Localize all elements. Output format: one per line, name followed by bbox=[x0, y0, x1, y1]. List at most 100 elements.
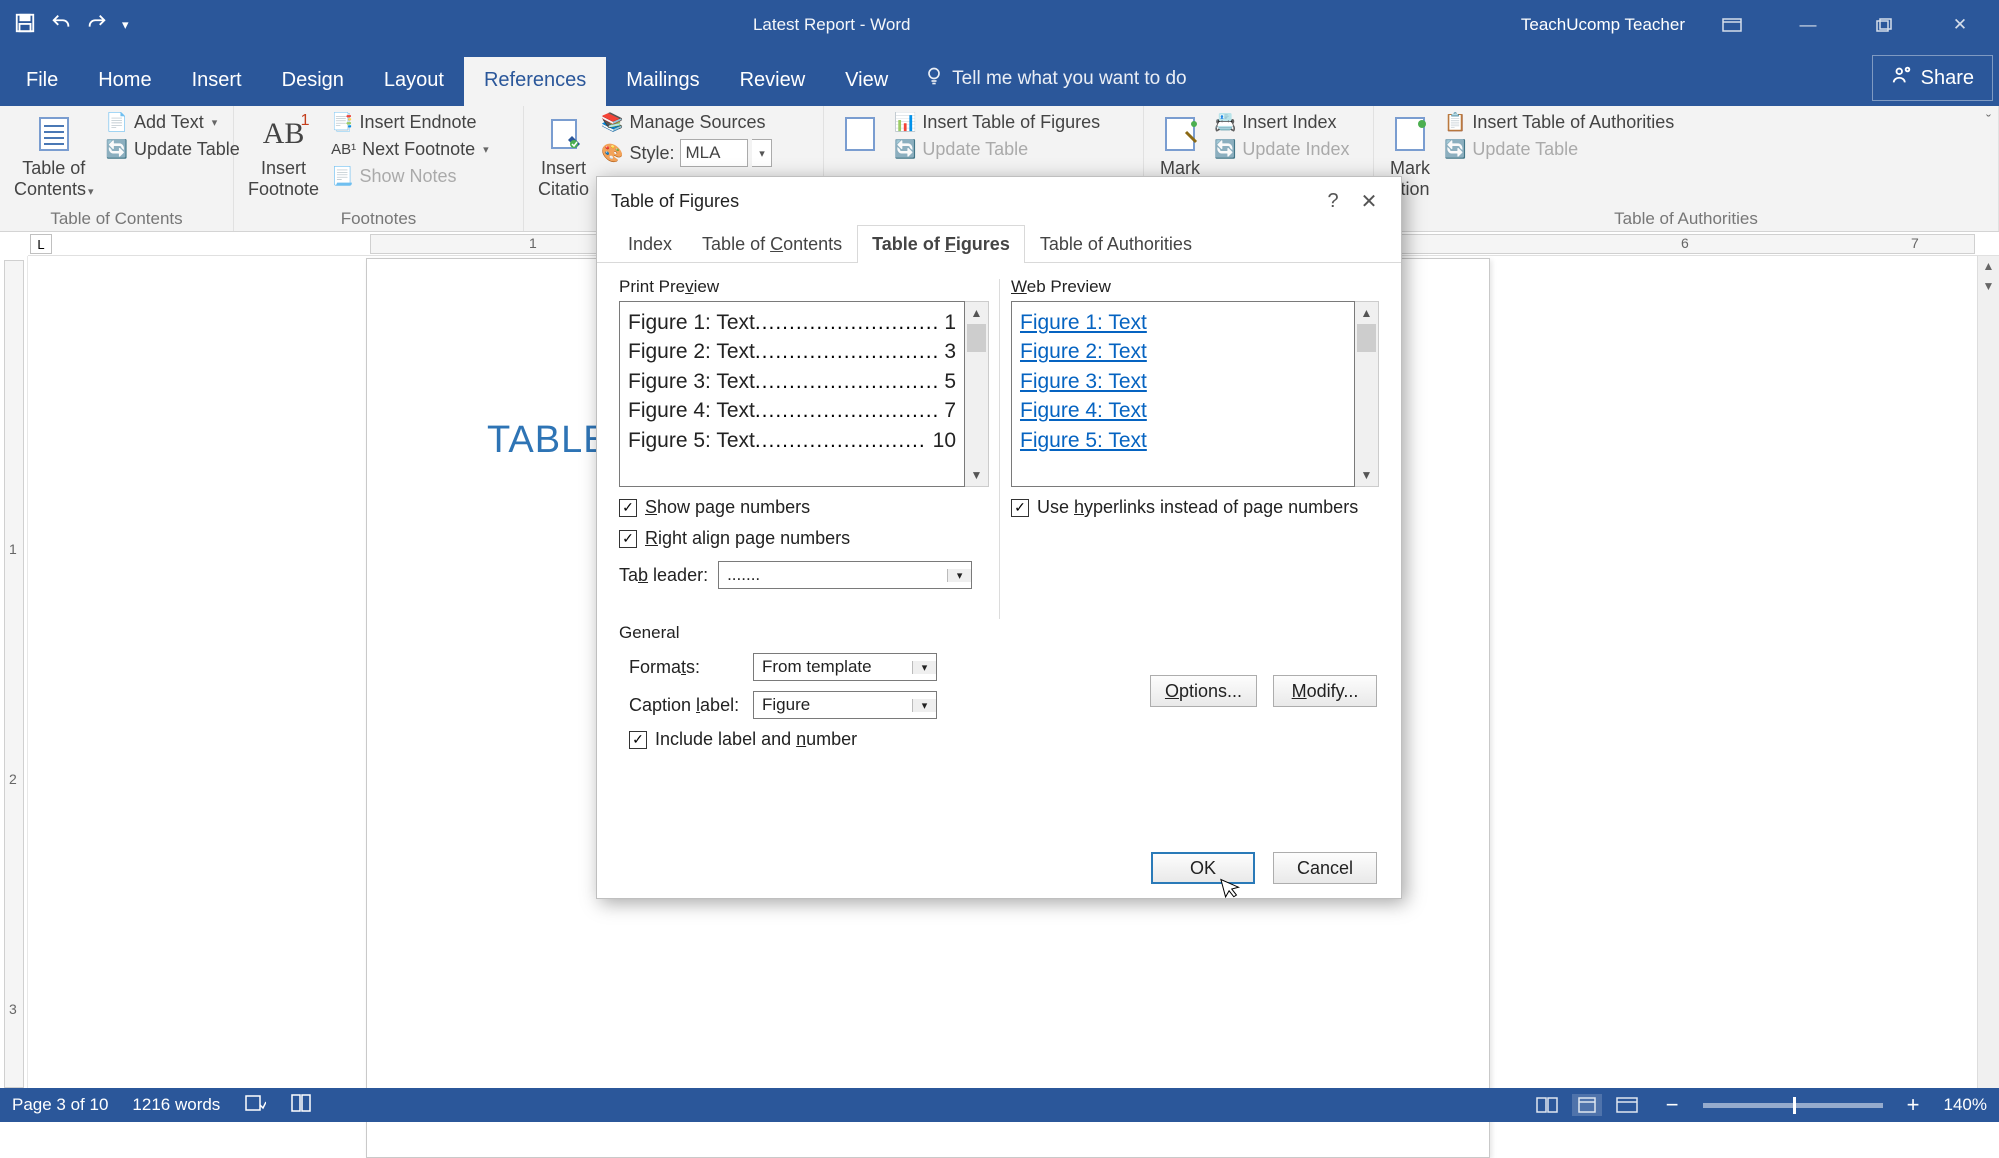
collapse-ribbon-icon[interactable]: ˇ bbox=[1986, 112, 1991, 129]
zoom-in-button[interactable]: + bbox=[1907, 1092, 1920, 1118]
minimize-icon[interactable]: — bbox=[1779, 0, 1837, 50]
next-footnote-button[interactable]: AB¹Next Footnote▾ bbox=[329, 137, 491, 162]
group-label-footnotes: Footnotes bbox=[234, 209, 523, 229]
endnote-icon: 📑 bbox=[331, 112, 353, 133]
modify-button[interactable]: Modify... bbox=[1273, 675, 1377, 707]
close-icon[interactable]: ✕ bbox=[1931, 0, 1989, 50]
style-dropdown-icon[interactable]: ▾ bbox=[752, 139, 772, 167]
insert-toa-button[interactable]: 📋Insert Table of Authorities bbox=[1442, 110, 1676, 135]
add-text-icon: 📄 bbox=[106, 112, 128, 133]
dialog-close-icon[interactable]: ✕ bbox=[1351, 189, 1387, 214]
add-text-button[interactable]: 📄Add Text▾ bbox=[104, 110, 242, 135]
zoom-out-button[interactable]: − bbox=[1666, 1092, 1679, 1118]
update-table-button[interactable]: 🔄Update Table bbox=[104, 137, 242, 162]
vertical-scrollbar[interactable]: ▲ ▼ bbox=[1977, 256, 1999, 1088]
chevron-down-icon[interactable]: ▾ bbox=[912, 661, 936, 674]
scroll-down-icon[interactable]: ▼ bbox=[965, 464, 988, 486]
dialog-tabs: Index Table of Contents Table of Figures… bbox=[597, 225, 1401, 263]
redo-icon[interactable] bbox=[86, 12, 108, 39]
tab-file[interactable]: File bbox=[6, 57, 78, 106]
maximize-icon[interactable] bbox=[1855, 0, 1913, 50]
save-icon[interactable] bbox=[14, 12, 36, 39]
tab-selector-icon[interactable]: L bbox=[30, 234, 52, 254]
table-of-contents-button[interactable]: Table ofContents▾ bbox=[10, 110, 98, 201]
vertical-ruler[interactable]: 1 2 3 bbox=[0, 256, 28, 1088]
tab-design[interactable]: Design bbox=[262, 57, 364, 106]
checkbox-checked-icon: ✓ bbox=[619, 530, 637, 548]
dialog-tab-tof[interactable]: Table of Figures bbox=[857, 225, 1025, 263]
tab-references[interactable]: References bbox=[464, 57, 606, 106]
manage-sources-icon: 📚 bbox=[601, 112, 623, 133]
general-label: General bbox=[619, 623, 1379, 643]
insert-citation-button[interactable]: InsertCitatio bbox=[534, 110, 593, 201]
tab-layout[interactable]: Layout bbox=[364, 57, 464, 106]
tab-view[interactable]: View bbox=[825, 57, 908, 106]
caption-label-combobox[interactable]: Figure ▾ bbox=[753, 691, 937, 719]
insert-index-button[interactable]: 📇Insert Index bbox=[1212, 110, 1352, 135]
ribbon-options-icon[interactable] bbox=[1703, 0, 1761, 50]
options-button[interactable]: Options... bbox=[1150, 675, 1257, 707]
tab-home[interactable]: Home bbox=[78, 57, 171, 106]
insert-caption-button[interactable] bbox=[834, 110, 886, 160]
group-label-toa: Table of Authorities bbox=[1374, 209, 1998, 229]
tab-leader-combobox[interactable]: ....... ▾ bbox=[718, 561, 972, 589]
insert-footnote-button[interactable]: AB1 InsertFootnote bbox=[244, 110, 323, 201]
scroll-thumb[interactable] bbox=[1357, 324, 1376, 352]
chevron-down-icon[interactable]: ▾ bbox=[947, 569, 971, 582]
user-name: TeachUcomp Teacher bbox=[1521, 15, 1685, 35]
formats-combobox[interactable]: From template ▾ bbox=[753, 653, 937, 681]
share-icon bbox=[1891, 64, 1913, 92]
caption-label-label: Caption label: bbox=[629, 695, 753, 716]
mark-entry-button[interactable]: Mark bbox=[1154, 110, 1206, 181]
tab-mailings[interactable]: Mailings bbox=[606, 57, 719, 106]
share-label: Share bbox=[1921, 67, 1974, 90]
zoom-slider[interactable] bbox=[1703, 1103, 1883, 1108]
checkbox-checked-icon: ✓ bbox=[629, 731, 647, 749]
web-preview-scrollbar[interactable]: ▲ ▼ bbox=[1355, 301, 1379, 487]
style-icon: 🎨 bbox=[601, 143, 623, 164]
tell-me-label: Tell me what you want to do bbox=[952, 68, 1186, 90]
chevron-down-icon[interactable]: ▾ bbox=[912, 699, 936, 712]
insert-endnote-button[interactable]: 📑Insert Endnote bbox=[329, 110, 491, 135]
insert-tof-button[interactable]: 📊Insert Table of Figures bbox=[892, 110, 1102, 135]
scroll-down-icon[interactable]: ▼ bbox=[1978, 276, 1999, 296]
update-index-button[interactable]: 🔄Update Index bbox=[1212, 137, 1352, 162]
scroll-thumb[interactable] bbox=[967, 324, 986, 352]
qat-customize-icon[interactable]: ▾ bbox=[122, 17, 129, 33]
right-align-checkbox[interactable]: ✓ Right align page numbers bbox=[619, 528, 989, 549]
tof-icon: 📊 bbox=[894, 112, 916, 133]
update-toa-button[interactable]: 🔄Update Table bbox=[1442, 137, 1676, 162]
use-hyperlinks-checkbox[interactable]: ✓ Use hyperlinks instead of page numbers bbox=[1011, 497, 1379, 518]
scroll-up-icon[interactable]: ▲ bbox=[1978, 256, 1999, 276]
show-page-numbers-checkbox[interactable]: ✓ Show page numbers bbox=[619, 497, 989, 518]
web-preview-label: Web Preview bbox=[1011, 277, 1379, 297]
update-tof-button[interactable]: 🔄Update Table bbox=[892, 137, 1102, 162]
scroll-up-icon[interactable]: ▲ bbox=[965, 302, 988, 324]
word-count[interactable]: 1216 words bbox=[132, 1095, 220, 1115]
print-preview-scrollbar[interactable]: ▲ ▼ bbox=[965, 301, 989, 487]
tab-insert[interactable]: Insert bbox=[172, 57, 262, 106]
zoom-level[interactable]: 140% bbox=[1944, 1095, 1987, 1115]
macro-icon[interactable] bbox=[290, 1093, 312, 1118]
print-layout-icon[interactable] bbox=[1572, 1094, 1602, 1116]
tab-review[interactable]: Review bbox=[720, 57, 826, 106]
update-icon: 🔄 bbox=[106, 139, 128, 160]
dialog-tab-index[interactable]: Index bbox=[613, 225, 687, 263]
scroll-up-icon[interactable]: ▲ bbox=[1355, 302, 1378, 324]
dialog-tab-toc[interactable]: Table of Contents bbox=[687, 225, 857, 263]
scroll-down-icon[interactable]: ▼ bbox=[1355, 464, 1378, 486]
dialog-tab-toa[interactable]: Table of Authorities bbox=[1025, 225, 1207, 263]
include-label-checkbox[interactable]: ✓ Include label and number bbox=[619, 729, 1379, 750]
cancel-button[interactable]: Cancel bbox=[1273, 852, 1377, 884]
share-button[interactable]: Share bbox=[1872, 55, 1993, 101]
web-layout-icon[interactable] bbox=[1612, 1094, 1642, 1116]
tell-me-search[interactable]: Tell me what you want to do bbox=[908, 66, 1202, 106]
page-status[interactable]: Page 3 of 10 bbox=[12, 1095, 108, 1115]
manage-sources-button[interactable]: 📚Manage Sources bbox=[599, 110, 774, 135]
undo-icon[interactable] bbox=[50, 12, 72, 39]
dialog-help-icon[interactable]: ? bbox=[1315, 190, 1351, 213]
read-mode-icon[interactable] bbox=[1532, 1094, 1562, 1116]
spell-check-icon[interactable] bbox=[244, 1093, 266, 1118]
style-combobox[interactable]: MLA bbox=[680, 139, 748, 167]
show-notes-button[interactable]: 📃Show Notes bbox=[329, 164, 491, 189]
